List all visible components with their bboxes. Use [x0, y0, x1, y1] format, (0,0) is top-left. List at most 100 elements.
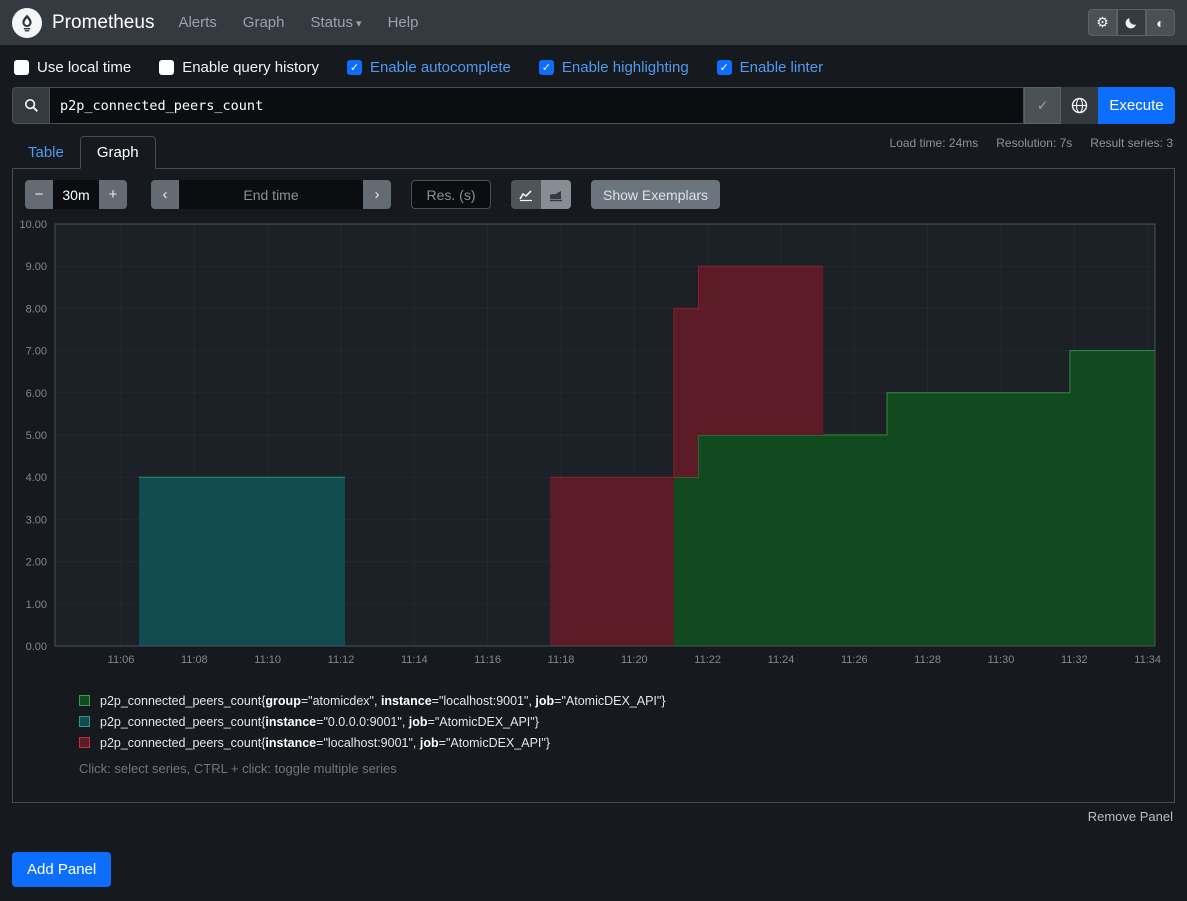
- svg-text:11:26: 11:26: [841, 654, 868, 666]
- legend-hint: Click: select series, CTRL + click: togg…: [79, 761, 1174, 776]
- svg-text:11:06: 11:06: [108, 654, 135, 666]
- svg-text:7.00: 7.00: [26, 346, 47, 358]
- query-options-row: Use local time Enable query history ✓ En…: [0, 45, 1187, 87]
- auto-theme-button[interactable]: ◐: [1146, 9, 1175, 36]
- increase-range-button[interactable]: +: [99, 180, 127, 209]
- brand-title: Prometheus: [52, 12, 154, 34]
- line-chart-icon: [518, 188, 534, 202]
- checkbox-enable-query-history[interactable]: Enable query history: [159, 59, 319, 76]
- show-exemplars-button[interactable]: Show Exemplars: [591, 180, 720, 209]
- result-series: Result series: 3: [1090, 136, 1173, 150]
- graph-panel: − + ‹ › Show Exemplars: [12, 168, 1175, 803]
- series-label: p2p_connected_peers_count{instance="0.0.…: [100, 715, 539, 730]
- series-label: p2p_connected_peers_count{instance="loca…: [100, 736, 550, 751]
- checkbox-icon[interactable]: [14, 60, 29, 75]
- chart-legend: p2p_connected_peers_count{group="atomicd…: [79, 694, 1174, 751]
- nav-links: Alerts Graph Status▾ Help: [178, 14, 1088, 31]
- svg-text:11:34: 11:34: [1134, 654, 1161, 666]
- remove-panel-link[interactable]: Remove Panel: [1088, 809, 1173, 824]
- legend-item[interactable]: p2p_connected_peers_count{instance="0.0.…: [79, 715, 1174, 730]
- plus-icon: +: [109, 186, 118, 203]
- checkbox-icon[interactable]: ✓: [717, 60, 732, 75]
- line-chart-toggle-button[interactable]: [511, 180, 541, 209]
- navbar: Prometheus Alerts Graph Status▾ Help ⚙ ◐: [0, 0, 1187, 45]
- resolution-input[interactable]: [411, 180, 491, 209]
- prometheus-logo-icon: [12, 8, 42, 38]
- metrics-explorer-button[interactable]: [1061, 87, 1098, 124]
- search-icon: [24, 98, 39, 113]
- time-back-button[interactable]: ‹: [151, 180, 179, 209]
- svg-text:11:32: 11:32: [1061, 654, 1088, 666]
- range-group: − +: [25, 180, 127, 209]
- checkbox-icon[interactable]: ✓: [539, 60, 554, 75]
- prometheus-brand[interactable]: Prometheus: [12, 8, 154, 38]
- search-addon: [12, 87, 50, 124]
- svg-text:11:12: 11:12: [328, 654, 355, 666]
- svg-text:9.00: 9.00: [26, 261, 47, 273]
- add-panel-button[interactable]: Add Panel: [12, 852, 111, 887]
- execute-button[interactable]: Execute: [1098, 87, 1175, 124]
- load-time: Load time: 24ms: [890, 136, 979, 150]
- svg-text:11:28: 11:28: [914, 654, 941, 666]
- tab-graph[interactable]: Graph: [80, 136, 156, 169]
- svg-text:11:22: 11:22: [694, 654, 721, 666]
- checkbox-icon[interactable]: [159, 60, 174, 75]
- gear-icon: ⚙: [1096, 14, 1109, 31]
- legend-item[interactable]: p2p_connected_peers_count{instance="loca…: [79, 736, 1174, 751]
- svg-text:8.00: 8.00: [26, 303, 47, 315]
- svg-text:10.00: 10.00: [19, 219, 47, 231]
- graph-controls: − + ‹ › Show Exemplars: [13, 169, 1174, 209]
- svg-text:11:24: 11:24: [768, 654, 795, 666]
- checkbox-enable-autocomplete[interactable]: ✓ Enable autocomplete: [347, 59, 511, 76]
- checkbox-icon[interactable]: ✓: [347, 60, 362, 75]
- query-stats: Load time: 24ms Resolution: 7s Result se…: [890, 136, 1173, 150]
- svg-text:0.00: 0.00: [26, 641, 47, 653]
- nav-item-status[interactable]: Status▾: [311, 14, 362, 31]
- tab-table[interactable]: Table: [12, 137, 80, 168]
- chevron-right-icon: ›: [375, 186, 380, 203]
- legend-item[interactable]: p2p_connected_peers_count{group="atomicd…: [79, 694, 1174, 709]
- series-swatch-icon: [79, 737, 90, 748]
- end-time-group: ‹ ›: [151, 180, 391, 209]
- settings-gear-button[interactable]: ⚙: [1088, 9, 1117, 36]
- nav-item-alerts[interactable]: Alerts: [178, 14, 216, 31]
- svg-text:11:16: 11:16: [474, 654, 501, 666]
- confirm-query-button[interactable]: ✓: [1024, 87, 1061, 124]
- nav-item-help[interactable]: Help: [388, 14, 419, 31]
- query-bar: ✓ Execute: [12, 87, 1175, 124]
- caret-down-icon: ▾: [356, 18, 362, 30]
- tabs-row: Table Graph Load time: 24ms Resolution: …: [12, 134, 1175, 168]
- moon-icon: [1125, 16, 1138, 29]
- decrease-range-button[interactable]: −: [25, 180, 53, 209]
- svg-text:2.00: 2.00: [26, 557, 47, 569]
- end-time-input[interactable]: [179, 180, 363, 209]
- check-icon: ✓: [1037, 98, 1048, 114]
- time-forward-button[interactable]: ›: [363, 180, 391, 209]
- series-label: p2p_connected_peers_count{group="atomicd…: [100, 694, 666, 709]
- checkbox-use-local-time[interactable]: Use local time: [14, 59, 131, 76]
- chart-type-toggle: [511, 180, 571, 209]
- svg-text:11:08: 11:08: [181, 654, 208, 666]
- checkbox-enable-highlighting[interactable]: ✓ Enable highlighting: [539, 59, 689, 76]
- svg-text:11:20: 11:20: [621, 654, 648, 666]
- svg-text:6.00: 6.00: [26, 388, 47, 400]
- globe-icon: [1071, 97, 1088, 114]
- svg-text:11:18: 11:18: [548, 654, 575, 666]
- svg-text:1.00: 1.00: [26, 599, 47, 611]
- stacked-chart-icon: [548, 188, 564, 202]
- dark-theme-button[interactable]: [1117, 9, 1146, 36]
- svg-text:3.00: 3.00: [26, 514, 47, 526]
- series-swatch-icon: [79, 716, 90, 727]
- checkbox-enable-linter[interactable]: ✓ Enable linter: [717, 59, 823, 76]
- svg-text:11:30: 11:30: [988, 654, 1015, 666]
- resolution: Resolution: 7s: [996, 136, 1072, 150]
- query-expression-input[interactable]: [50, 87, 1024, 124]
- minus-icon: −: [35, 186, 44, 203]
- svg-text:11:10: 11:10: [254, 654, 281, 666]
- svg-text:5.00: 5.00: [26, 430, 47, 442]
- nav-item-graph[interactable]: Graph: [243, 14, 285, 31]
- series-swatch-icon: [79, 695, 90, 706]
- stacked-chart-toggle-button[interactable]: [541, 180, 571, 209]
- range-input[interactable]: [53, 180, 99, 209]
- time-series-chart[interactable]: 0.001.002.003.004.005.006.007.008.009.00…: [13, 218, 1174, 670]
